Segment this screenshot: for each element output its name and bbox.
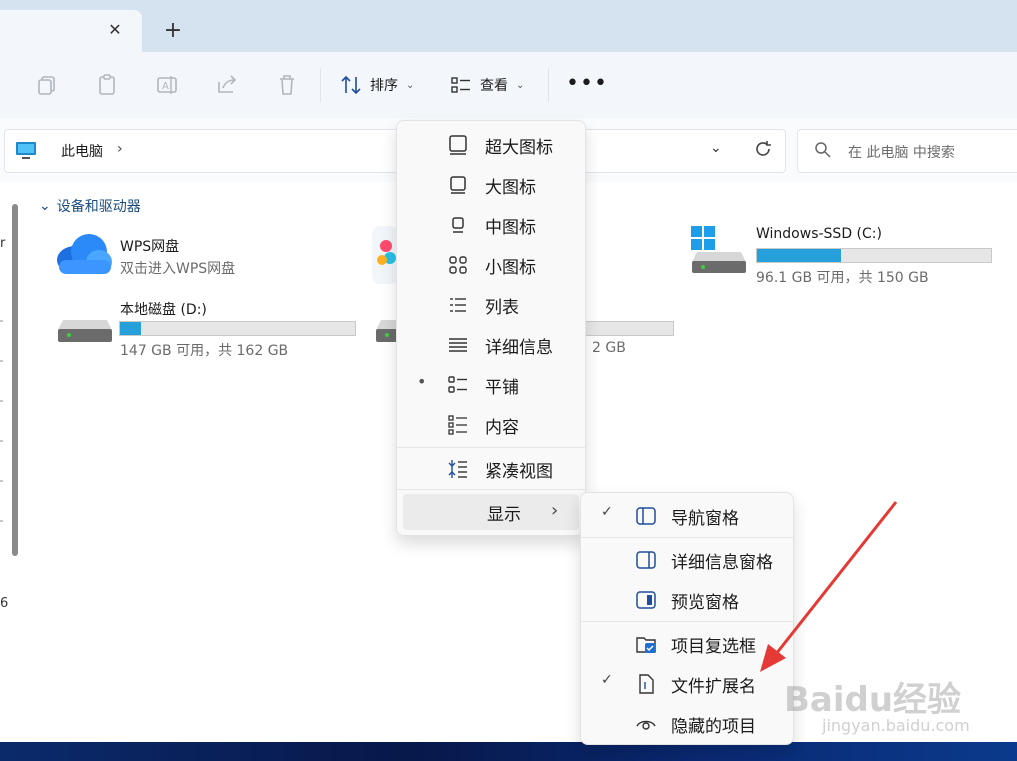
annotation-arrow (760, 501, 898, 672)
watermark-brand: Baidu经验 (784, 680, 962, 720)
watermark-url: jingyan.baidu.com (822, 716, 970, 735)
